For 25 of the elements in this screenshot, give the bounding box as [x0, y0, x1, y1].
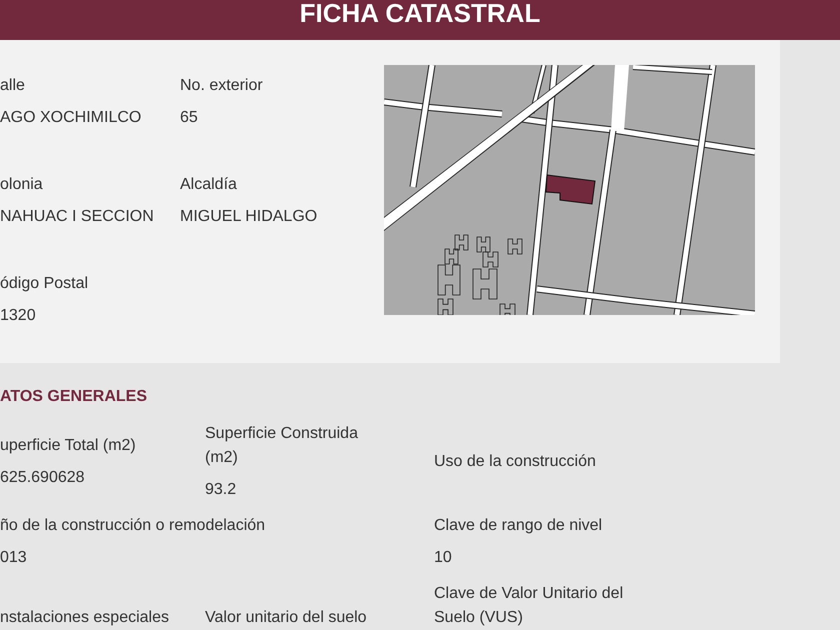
- field-value: MIGUEL HIDALGO: [180, 207, 318, 227]
- field-label: ódigo Postal: [0, 274, 90, 294]
- field-label: Clave de rango de nivel: [434, 516, 604, 536]
- field-label: No. exterior: [180, 76, 264, 96]
- highlighted-parcel: [545, 174, 596, 205]
- field-label: alle: [0, 76, 26, 96]
- field-value: 1320: [0, 306, 37, 326]
- field-label: nstalaciones especiales: [0, 608, 170, 628]
- field-value: 10: [434, 548, 453, 568]
- field-label: Clave de Valor Unitario del Suelo (VUS): [434, 584, 624, 628]
- field-label: Superficie Construida (m2): [205, 424, 359, 468]
- field-label: olonia: [0, 175, 44, 195]
- section-title: ATOS GENERALES: [0, 387, 148, 407]
- field-value: AGO XOCHIMILCO: [0, 108, 142, 128]
- field-value: 93.2: [205, 480, 238, 500]
- field-value: NAHUAC I SECCION: [0, 207, 155, 227]
- field-label: Uso de la construcción: [434, 452, 597, 472]
- field-value: 65: [180, 108, 199, 128]
- field-label: Alcaldía: [180, 175, 238, 195]
- field-label: uperficie Total (m2): [0, 436, 137, 456]
- field-value: 013: [0, 548, 28, 568]
- field-label: Valor unitario del suelo: [205, 608, 368, 628]
- field-value: 625.690628: [0, 468, 86, 488]
- field-label: ño de la construcción o remodelación: [0, 516, 266, 536]
- page-title: FICHA CATASTRAL: [300, 0, 540, 26]
